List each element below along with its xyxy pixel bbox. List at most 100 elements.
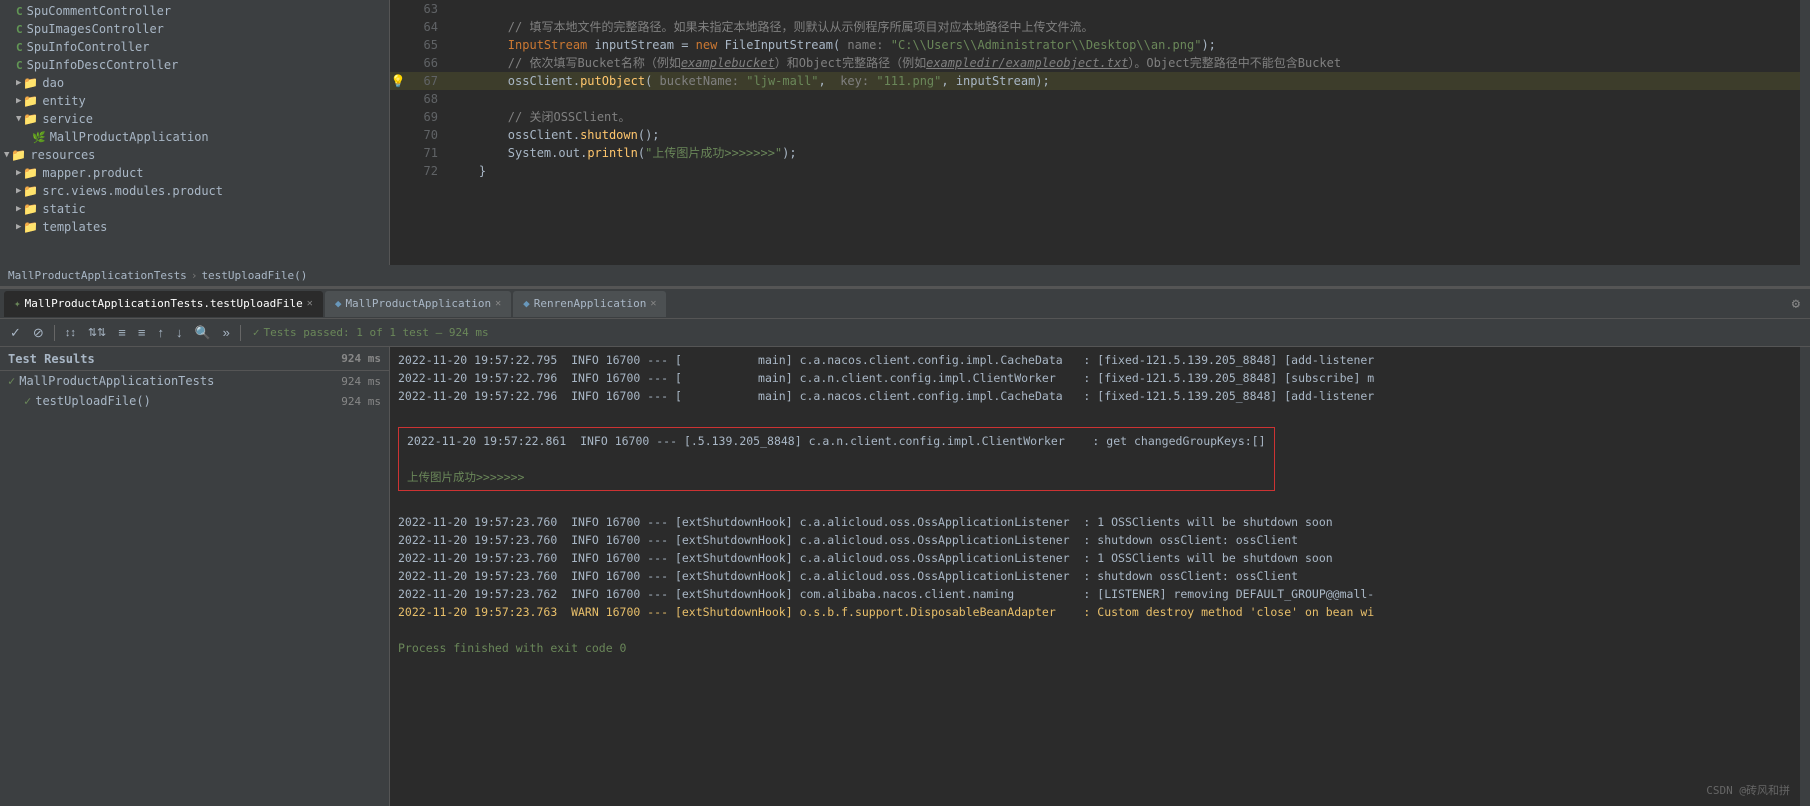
sort-button1[interactable]: ↕↕ [61,325,80,341]
folder-icon: 📁 [23,112,38,126]
test-results-header: Test Results 924 ms [0,347,389,371]
tab-test-file[interactable]: ✦ MallProductApplicationTests.testUpload… [4,291,323,317]
test-item-mallproductapptests[interactable]: ✓ MallProductApplicationTests 924 ms [0,371,389,391]
tree-item-static[interactable]: ▶ 📁 static [0,200,389,218]
tab-close-icon[interactable]: ✕ [495,298,501,309]
test-tab-icon: ✦ [14,297,21,310]
tab-mall-app[interactable]: ◆ MallProductApplication ✕ [325,291,511,317]
code-editor: 63 64 // 填写本地文件的完整路径。如果未指定本地路径，则默认从示例程序所… [390,0,1800,265]
down-button[interactable]: ↓ [172,323,187,342]
sort-button2[interactable]: ⇅⇅ [84,324,110,341]
log-line-6: 2022-11-20 19:57:23.760 INFO 16700 --- [… [398,549,1792,567]
folder-icon: 📁 [23,202,38,216]
line-content: InputStream inputStream = new FileInputS… [446,36,1800,54]
log-line-process-finish: Process finished with exit code 0 [398,639,1792,657]
toolbar-separator [54,325,55,341]
stop-button[interactable]: ⊘ [29,323,48,343]
tree-item-spuimages[interactable]: C SpuImagesController [0,20,389,38]
folder-icon: 📁 [23,184,38,198]
gutter [390,90,406,108]
line-content: // 关闭OSSClient。 [446,108,1800,126]
expand-arrow-icon: ▶ [16,186,21,196]
breadcrumb-bar: MallProductApplicationTests › testUpload… [0,265,1810,287]
tree-item-label: mapper.product [42,166,143,180]
tab-close-icon[interactable]: ✕ [307,298,313,309]
log-scrollbar[interactable] [1800,347,1810,806]
log-line-1: 2022-11-20 19:57:22.795 INFO 16700 --- [… [398,351,1792,369]
tree-item-dao[interactable]: ▶ 📁 dao [0,74,389,92]
tree-item-srcviews[interactable]: ▶ 📁 src.views.modules.product [0,182,389,200]
up-button[interactable]: ↑ [153,323,168,342]
gutter [390,54,406,72]
class-icon: C [16,59,23,72]
expand-arrow-icon: ▶ [16,204,21,214]
line-number: 68 [406,90,446,108]
tree-item-service[interactable]: ▼ 📁 service [0,110,389,128]
tree-item-label: MallProductApplication [50,130,209,144]
code-line-71: 71 System.out.println("上传图片成功>>>>>>>"); [390,144,1800,162]
tab-close-icon[interactable]: ✕ [650,298,656,309]
log-line-3: 2022-11-20 19:57:22.796 INFO 16700 --- [… [398,387,1792,405]
breadcrumb-part2: testUploadFile() [201,269,307,282]
gutter [390,144,406,162]
log-line-highlighted-1: 2022-11-20 19:57:22.861 INFO 16700 --- [… [407,432,1266,450]
log-line-8: 2022-11-20 19:57:23.762 INFO 16700 --- [… [398,585,1792,603]
code-line-63: 63 [390,0,1800,18]
search-button[interactable]: 🔍 [190,323,214,343]
folder-icon: 📁 [23,220,38,234]
line-content: // 依次填写Bucket名称（例如examplebucket）和Object完… [446,54,1800,72]
test-results-title: Test Results [8,352,95,366]
tree-item-mallproductapp[interactable]: 🌿 MallProductApplication [0,128,389,146]
code-line-64: 64 // 填写本地文件的完整路径。如果未指定本地路径，则默认从示例程序所属项目… [390,18,1800,36]
tree-item-label: dao [42,76,64,90]
tree-item-label: service [42,112,93,126]
test-item-label: MallProductApplicationTests [19,374,214,388]
test-tree-panel: Test Results 924 ms ✓ MallProductApplica… [0,347,390,806]
gutter [390,0,406,18]
log-highlighted-box: 2022-11-20 19:57:22.861 INFO 16700 --- [… [398,427,1275,491]
code-line-66: 66 // 依次填写Bucket名称（例如examplebucket）和Obje… [390,54,1800,72]
status-text: Tests passed: 1 of 1 test – 924 ms [263,326,488,339]
tab-label: RenrenApplication [534,297,647,310]
tree-item-label: entity [42,94,85,108]
gutter [390,36,406,54]
log-line-9: 2022-11-20 19:57:23.763 WARN 16700 --- [… [398,603,1792,621]
bottom-panel: ✦ MallProductApplicationTests.testUpload… [0,287,1810,806]
code-line-70: 70 ossClient.shutdown(); [390,126,1800,144]
test-item-testuploadfile[interactable]: ✓ testUploadFile() 924 ms [0,391,389,411]
gutter [390,108,406,126]
line-number: 69 [406,108,446,126]
tab-bar: ✦ MallProductApplicationTests.testUpload… [0,289,1810,319]
tree-item-entity[interactable]: ▶ 📁 entity [0,92,389,110]
tree-item-templates[interactable]: ▶ 📁 templates [0,218,389,236]
gear-button[interactable]: ⚙ [1786,294,1806,314]
gutter [390,162,406,180]
check-button[interactable]: ✓ [6,323,25,343]
tree-item-mapper[interactable]: ▶ 📁 mapper.product [0,164,389,182]
tab-renren-app[interactable]: ◆ RenrenApplication ✕ [513,291,666,317]
code-line-72: 72 } [390,162,1800,180]
test-duration: 924 ms [341,395,381,408]
bulb-icon: 💡 [391,74,406,88]
file-tree: C SpuCommentController C SpuImagesContro… [0,0,390,265]
tree-item-spuinfo[interactable]: C SpuInfoController [0,38,389,56]
tree-item-resources[interactable]: ▼ 📁 resources [0,146,389,164]
collapse-all-button[interactable]: ≡ [134,323,150,342]
more-button[interactable]: » [219,323,234,342]
class-icon: C [16,23,23,36]
tree-item-spucomment[interactable]: C SpuCommentController [0,2,389,20]
right-scrollbar[interactable] [1800,0,1810,265]
expand-all-button[interactable]: ≡ [114,323,130,342]
code-line-68: 68 [390,90,1800,108]
expand-arrow-icon: ▶ [16,222,21,232]
breadcrumb-sep1: › [191,269,198,282]
tree-item-spuinfodesc[interactable]: C SpuInfoDescController [0,56,389,74]
line-number: 64 [406,18,446,36]
toolbar: ✓ ⊘ ↕↕ ⇅⇅ ≡ ≡ ↑ ↓ 🔍 » ✓ Tests passed: 1 … [0,319,1810,347]
tab-label: MallProductApplication [345,297,491,310]
gutter: 💡 [390,72,406,90]
tree-item-label: static [42,202,85,216]
line-number: 66 [406,54,446,72]
log-line-upload-success: 上传图片成功>>>>>>> [407,468,1266,486]
expand-arrow-icon: ▶ [16,96,21,106]
